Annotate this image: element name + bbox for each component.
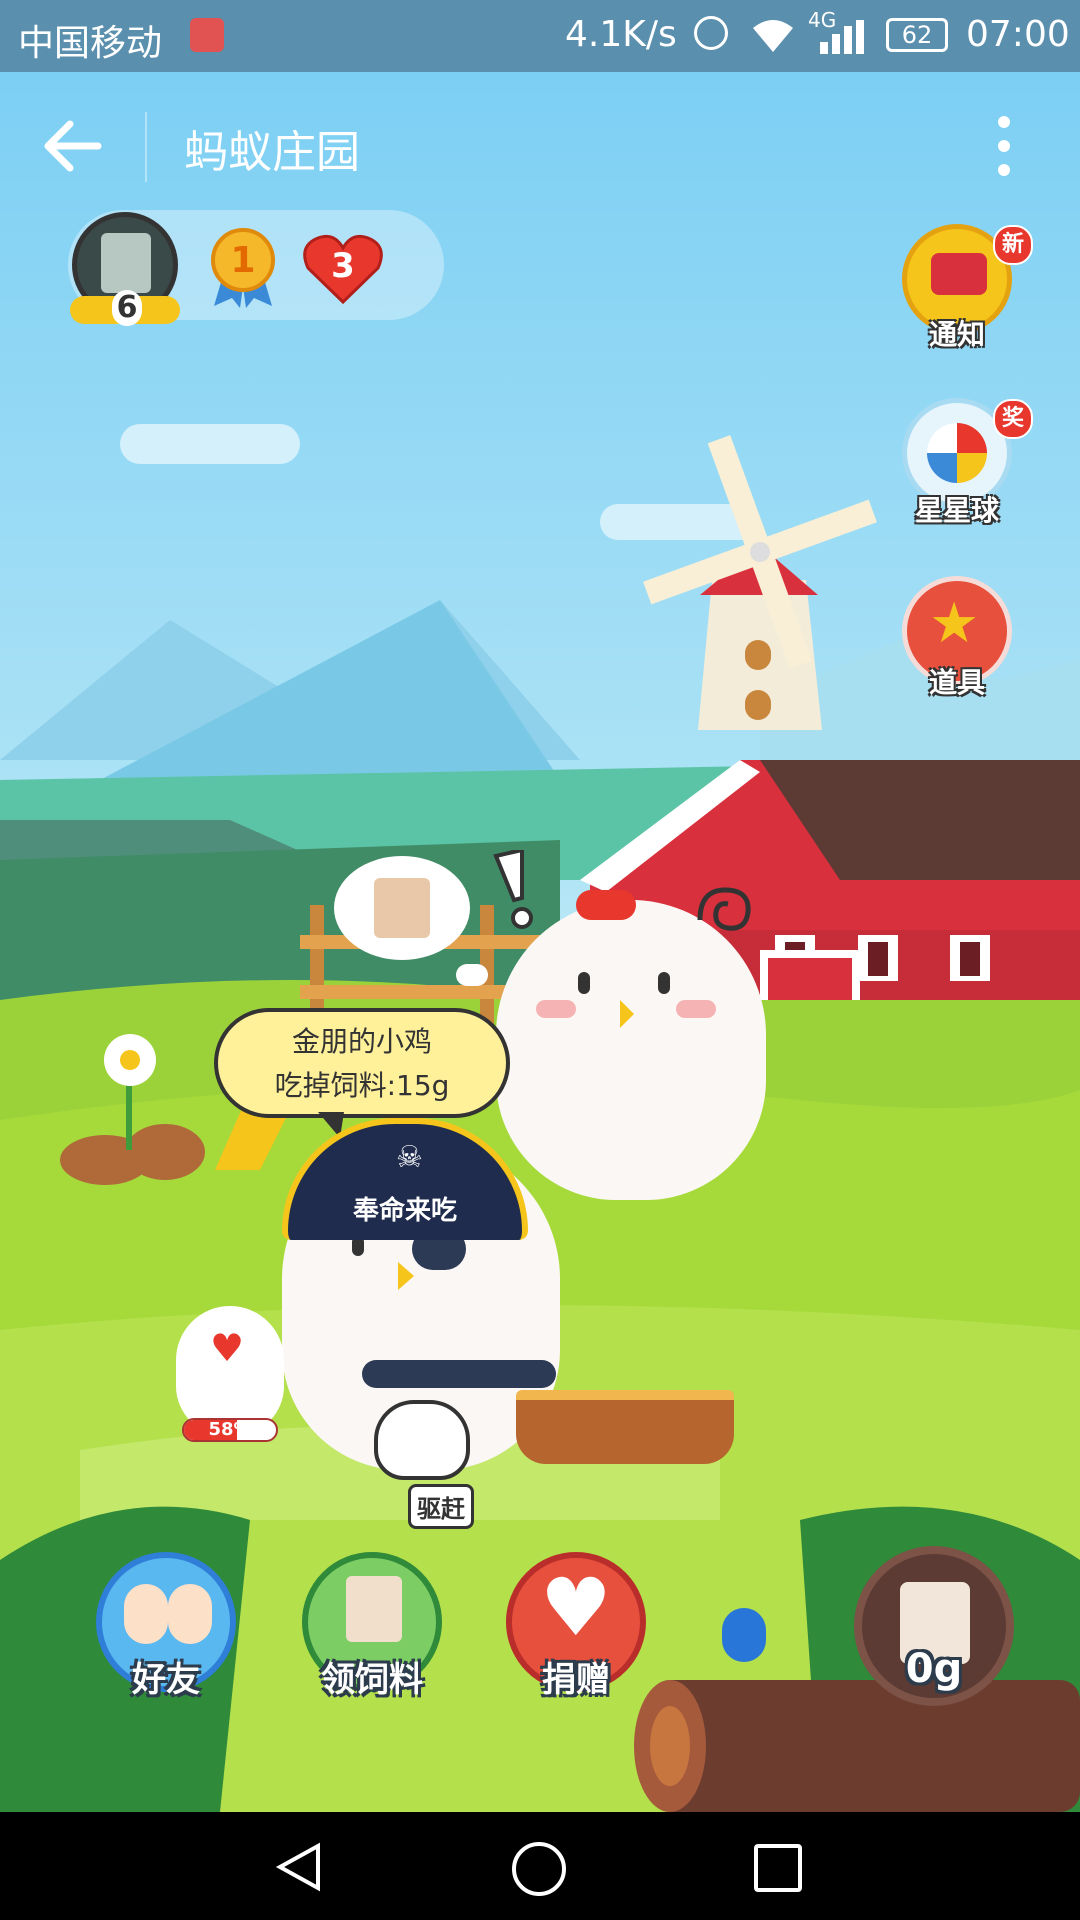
speech-line-1: 金朋的小鸡 — [291, 1025, 432, 1058]
chicken-eye-right — [658, 972, 670, 994]
avatar-photo — [101, 233, 151, 293]
medal-rank: 1 — [230, 240, 256, 281]
props-label: 道具 — [928, 666, 986, 699]
new-badge: 新 — [993, 225, 1033, 265]
cloud-app-icon — [190, 18, 224, 52]
food-trough[interactable] — [516, 1390, 734, 1464]
mailbox-icon — [931, 253, 987, 295]
get-feed-button[interactable]: 领饲料 — [302, 1552, 442, 1700]
star-ball-button[interactable]: 星星球 奖 — [902, 398, 1033, 527]
notifications-label: 通知 — [928, 318, 986, 351]
navigation-bar — [0, 1812, 1080, 1920]
clock: 07:00 — [966, 14, 1070, 55]
donate-button[interactable]: ♥ 捐赠 — [506, 1552, 646, 1700]
donate-heart-icon: ♥ — [540, 1561, 612, 1654]
chicken-beak — [620, 1000, 634, 1028]
title-bar: 蚂蚁庄园 — [0, 72, 1080, 220]
visitor-beak — [398, 1262, 414, 1290]
carrier-name: 中国移动 — [18, 23, 163, 64]
thought-bubble — [334, 856, 470, 960]
egg[interactable]: ♥ — [176, 1306, 284, 1436]
reward-badge: 奖 — [993, 399, 1033, 439]
skull-icon: ☠ — [396, 1140, 423, 1175]
status-bar: 中国移动 4.1K/s 4G 62 07:00 — [0, 0, 1080, 72]
exclamation-icon — [492, 847, 542, 934]
pointing-hand-icon[interactable] — [374, 1400, 470, 1480]
belt — [362, 1360, 556, 1388]
ant-mascot — [722, 1608, 766, 1662]
medal-icon[interactable]: 1 — [210, 228, 276, 308]
nav-recents-icon[interactable] — [754, 1844, 802, 1892]
level-badge: 6 — [112, 290, 142, 326]
egg-progress-bar: 58% — [182, 1418, 278, 1442]
friends-label: 好友 — [132, 1660, 200, 1700]
egg-progress-text: 58% — [208, 1419, 252, 1440]
feed-bag-icon — [374, 878, 430, 938]
drive-away-button[interactable]: 驱赶 — [408, 1484, 474, 1529]
notifications-button[interactable]: 通知 新 — [902, 224, 1033, 351]
title-divider — [145, 112, 147, 182]
speech-bubble: 金朋的小鸡 吃掉饲料:15g — [214, 1008, 510, 1118]
nav-home-icon[interactable] — [512, 1842, 566, 1896]
props-button[interactable]: ★ 道具 — [902, 576, 1012, 699]
chicken-own[interactable] — [496, 890, 766, 1200]
chicken-blush — [536, 1000, 576, 1018]
star-ball-label: 星星球 — [914, 494, 1000, 527]
pirate-hat-text: 奉命来吃 — [352, 1196, 457, 1226]
feed-storage-button[interactable]: 0g — [854, 1546, 1014, 1706]
friend-boy-icon — [124, 1584, 168, 1644]
friend-girl-icon — [168, 1584, 212, 1644]
egg-heart-icon: ♥ — [210, 1326, 245, 1370]
more-options-icon[interactable] — [994, 114, 1014, 178]
nav-back-icon[interactable] — [274, 1842, 324, 1896]
heart-icon[interactable]: 3 — [302, 232, 384, 306]
thought-bubble-tail — [456, 964, 488, 986]
battery-icon: 62 — [886, 18, 948, 52]
chicken-comb — [576, 890, 636, 920]
speech-line-2: 吃掉饲料:15g — [274, 1069, 450, 1102]
wifi-icon — [750, 14, 796, 63]
alarm-icon — [694, 16, 728, 50]
donate-label: 捐赠 — [542, 1660, 610, 1700]
star-icon: ★ — [929, 591, 980, 656]
chicken-blush-right — [676, 1000, 716, 1018]
dizzy-swirl-icon — [690, 880, 760, 944]
feed-bag-hands-icon — [346, 1576, 402, 1642]
friends-button[interactable]: 好友 — [96, 1552, 236, 1700]
heart-count: 3 — [331, 246, 355, 286]
page-title: 蚂蚁庄园 — [184, 127, 360, 178]
feed-amount: 0g — [905, 1646, 963, 1692]
back-arrow-icon[interactable] — [40, 116, 110, 176]
chicken-eye-left — [578, 972, 590, 994]
signal-icon — [820, 20, 866, 63]
get-feed-label: 领饲料 — [321, 1660, 423, 1700]
beach-ball-icon — [927, 423, 987, 483]
network-speed: 4.1K/s — [565, 14, 677, 55]
